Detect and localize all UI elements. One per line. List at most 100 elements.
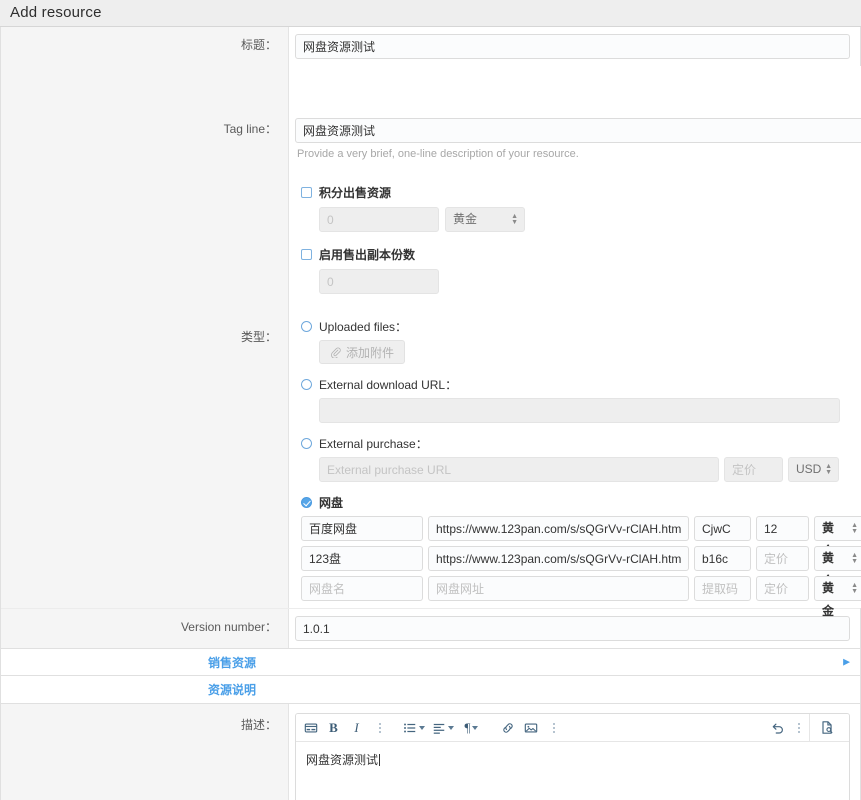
form-row-title: 标题：: [1, 27, 860, 66]
source-view-icon[interactable]: [817, 717, 838, 738]
radio-icon[interactable]: [301, 438, 312, 449]
sell-currency-select[interactable]: 黄金 ▲ ▼: [445, 207, 525, 232]
tagline-label: Tag line：: [223, 122, 277, 136]
rich-text-editor: B I ¶ 网盘资源测试: [295, 713, 850, 800]
netdisk-name-input[interactable]: [301, 546, 423, 571]
radio-uploaded-files[interactable]: Uploaded files：: [301, 318, 861, 335]
netdisk-name-input[interactable]: [301, 516, 423, 541]
more-options-icon[interactable]: [543, 717, 564, 738]
sell-with-points-option[interactable]: 积分出售资源: [301, 184, 861, 201]
tagline-label-col: Tag line： 类型：: [1, 66, 289, 608]
add-attachment-button[interactable]: 添加附件: [319, 340, 406, 364]
italic-icon[interactable]: I: [346, 717, 367, 738]
netdisk-price-input[interactable]: [756, 546, 809, 571]
add-attachment-label: 添加附件: [346, 345, 395, 360]
netdisk-currency-select[interactable]: 黄金 ▲▼: [814, 546, 861, 588]
netdisk-code-input[interactable]: [694, 546, 751, 571]
external-purchase-label: External purchase：: [319, 437, 428, 451]
title-field-cell: [289, 27, 860, 66]
chevron-down-icon: [418, 725, 425, 730]
version-label: Version number：: [1, 609, 289, 648]
editor-content-text: 网盘资源测试: [306, 753, 379, 767]
chevron-updown-icon: ▲ ▼: [851, 551, 858, 565]
netdisk-url-input[interactable]: [428, 576, 689, 601]
undo-icon[interactable]: [767, 717, 788, 738]
netdisk-label: 网盘: [319, 496, 344, 510]
external-purchase-currency-value: USD: [796, 462, 822, 476]
text-cursor: [379, 754, 381, 766]
section-sell-resource[interactable]: 销售资源 ▶: [0, 648, 861, 676]
external-purchase-currency-select[interactable]: USD ▲ ▼: [788, 457, 839, 482]
chevron-right-icon[interactable]: ▶: [843, 657, 850, 668]
chevron-down-icon: [447, 725, 454, 730]
bullet-list-icon[interactable]: [400, 717, 427, 738]
external-purchase-price-input[interactable]: [724, 457, 783, 482]
table-row: 黄金 ▲▼: [301, 546, 861, 588]
page-header: Add resource: [0, 0, 861, 27]
radio-external-download[interactable]: External download URL：: [301, 376, 861, 393]
type-label: 类型：: [240, 330, 277, 344]
netdisk-name-input[interactable]: [301, 576, 423, 601]
netdisk-url-input[interactable]: [428, 516, 689, 541]
sell-currency-value: 黄金: [453, 212, 478, 226]
resource-form: 标题： Tag line： 类型： Provide a very brief, …: [0, 27, 861, 648]
link-icon[interactable]: [497, 717, 518, 738]
radio-netdisk[interactable]: 网盘: [301, 494, 861, 511]
description-label: 描述：: [1, 704, 289, 800]
version-input[interactable]: [295, 616, 850, 641]
tagline-input[interactable]: [295, 118, 861, 143]
external-download-label: External download URL：: [319, 378, 458, 392]
description-field-cell: B I ¶ 网盘资源测试: [289, 704, 860, 800]
radio-icon[interactable]: [301, 379, 312, 390]
paperclip-icon: [331, 347, 341, 358]
checkbox-icon[interactable]: [301, 187, 312, 198]
sell-with-points-label: 积分出售资源: [319, 186, 392, 200]
table-row: 黄金 ▲▼: [301, 516, 861, 558]
title-label: 标题：: [1, 27, 289, 66]
checkbox-icon[interactable]: [301, 249, 312, 260]
chevron-updown-icon: ▲ ▼: [851, 521, 858, 535]
title-input[interactable]: [295, 34, 850, 59]
font-style-icon[interactable]: [300, 717, 321, 738]
attach-row: 添加附件: [319, 340, 861, 364]
chevron-updown-icon: ▲ ▼: [851, 581, 858, 595]
section-resource-description[interactable]: 资源说明: [0, 676, 861, 704]
form-row-version: Version number：: [1, 608, 860, 648]
more-options-icon[interactable]: [369, 717, 390, 738]
netdisk-price-input[interactable]: [756, 576, 809, 601]
copies-input[interactable]: [319, 269, 439, 294]
netdisk-code-input[interactable]: [694, 576, 751, 601]
external-download-controls: [319, 398, 861, 423]
radio-icon[interactable]: [301, 321, 312, 332]
radio-selected-icon[interactable]: [301, 497, 312, 508]
table-row: 黄金 ▲▼: [301, 576, 861, 618]
add-resource-page: Add resource 标题： Tag line： 类型： Provide a…: [0, 0, 861, 800]
form-row-description: 描述： B I ¶ 网盘资源测试: [0, 704, 861, 800]
bold-icon[interactable]: B: [323, 717, 344, 738]
chevron-down-icon: [472, 725, 479, 730]
netdisk-url-input[interactable]: [428, 546, 689, 571]
external-purchase-url-input[interactable]: [319, 457, 719, 482]
sell-amount-input[interactable]: [319, 207, 439, 232]
image-icon[interactable]: [520, 717, 541, 738]
editor-toolbar-right: [767, 714, 845, 742]
enable-copies-option[interactable]: 启用售出副本份数: [301, 246, 861, 263]
editor-content-area[interactable]: 网盘资源测试: [296, 742, 849, 800]
radio-external-purchase[interactable]: External purchase：: [301, 435, 861, 452]
external-purchase-controls: USD ▲▼: [319, 457, 861, 482]
paragraph-icon[interactable]: ¶: [458, 717, 485, 738]
section-resource-description-title: 资源说明: [207, 683, 256, 697]
external-download-url-input[interactable]: [319, 398, 840, 423]
chevron-updown-icon: ▲ ▼: [825, 462, 832, 476]
netdisk-code-input[interactable]: [694, 516, 751, 541]
align-icon[interactable]: [429, 717, 456, 738]
tagline-hint: Provide a very brief, one-line descripti…: [297, 148, 579, 160]
editor-toolbar-left: B I ¶: [300, 717, 564, 738]
section-sell-resource-title: 销售资源: [207, 655, 256, 670]
source-view-panel[interactable]: [809, 714, 845, 742]
more-options-icon[interactable]: [788, 717, 809, 738]
netdisk-currency-select[interactable]: 黄金 ▲▼: [814, 576, 861, 618]
netdisk-price-input[interactable]: [756, 516, 809, 541]
netdisk-currency-select[interactable]: 黄金 ▲▼: [814, 516, 861, 558]
copies-controls: [319, 269, 861, 294]
